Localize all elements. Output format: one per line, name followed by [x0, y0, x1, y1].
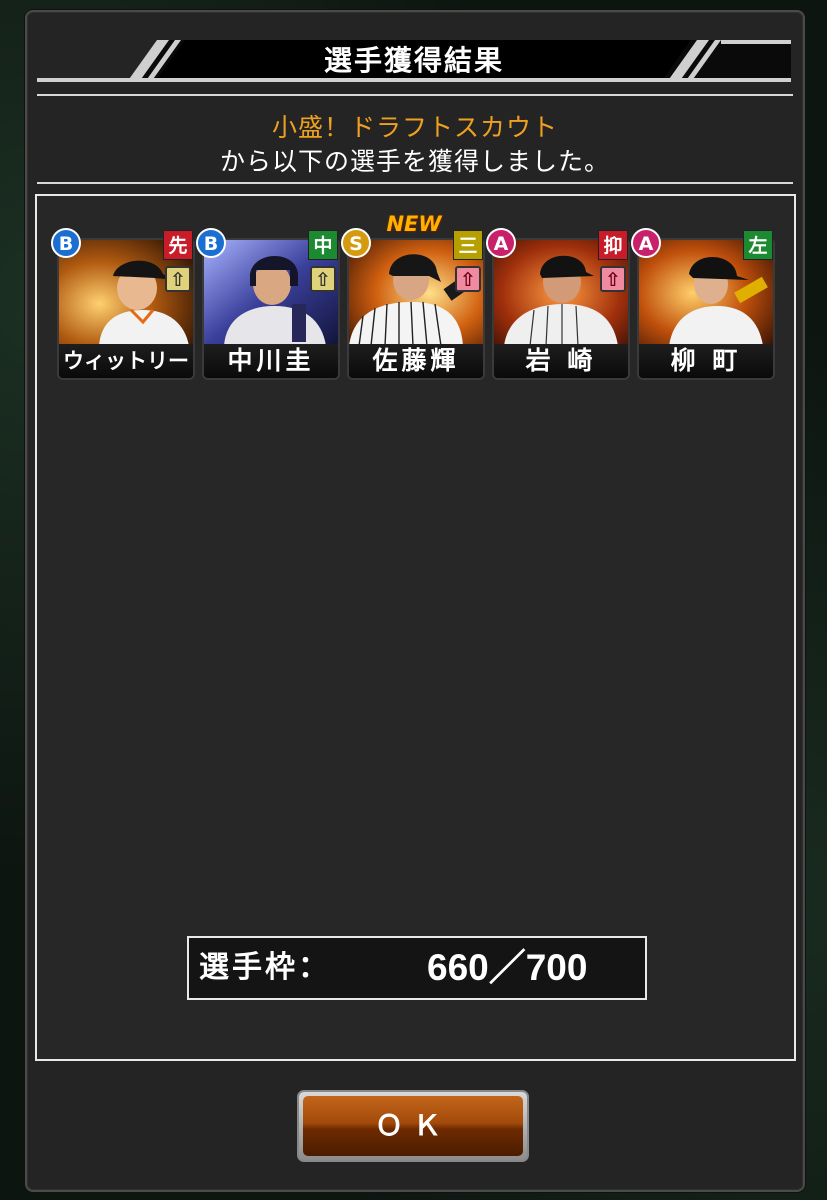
result-message: から以下の選手を獲得しました。	[219, 147, 610, 176]
ok-button[interactable]: ＯＫ	[297, 1090, 529, 1162]
trend-up-icon: ⇧	[455, 266, 481, 292]
position-badge: 抑	[598, 230, 628, 260]
roster-slot-box: 選手枠： 660／700	[187, 936, 647, 1000]
position-badge: 三	[453, 230, 483, 260]
rank-s-icon: S	[341, 228, 371, 258]
title-bar: 選手獲得結果	[37, 40, 791, 82]
dialog-title: 選手獲得結果	[323, 44, 504, 77]
position-badge: 中	[308, 230, 338, 260]
scout-name: 小盛！ドラフトスカウト	[271, 113, 558, 142]
player-acquisition-dialog: 選手獲得結果 小盛！ドラフトスカウト から以下の選手を獲得しました。 ウィットリ…	[25, 10, 805, 1192]
player-name: 中川圭	[204, 344, 338, 378]
position-badge: 左	[743, 230, 773, 260]
player-name: 岩 崎	[494, 344, 628, 378]
player-name: 佐藤輝	[349, 344, 483, 378]
trend-up-icon: ⇧	[600, 266, 626, 292]
roster-slot-label: 選手枠：	[199, 950, 331, 985]
player-card-list: ウィットリー 中川圭 佐藤輝 岩 崎 柳 町 B B S A A 先 中 三 抑…	[51, 212, 787, 380]
roster-slot-value: 660／700	[427, 947, 588, 988]
result-panel: ウィットリー 中川圭 佐藤輝 岩 崎 柳 町 B B S A A 先 中 三 抑…	[35, 194, 796, 1061]
trend-up-icon: ⇧	[165, 266, 191, 292]
rank-a-icon: A	[486, 228, 516, 258]
rank-a-icon: A	[631, 228, 661, 258]
new-badge: NEW	[386, 212, 442, 236]
rank-b-icon: B	[51, 228, 81, 258]
player-name: ウィットリー	[59, 344, 193, 378]
message-divider	[37, 182, 793, 184]
position-badge: 先	[163, 230, 193, 260]
player-name: 柳 町	[639, 344, 773, 378]
rank-b-icon: B	[196, 228, 226, 258]
trend-up-icon: ⇧	[310, 266, 336, 292]
ok-button-label: ＯＫ	[303, 1096, 523, 1156]
title-divider	[37, 94, 793, 96]
